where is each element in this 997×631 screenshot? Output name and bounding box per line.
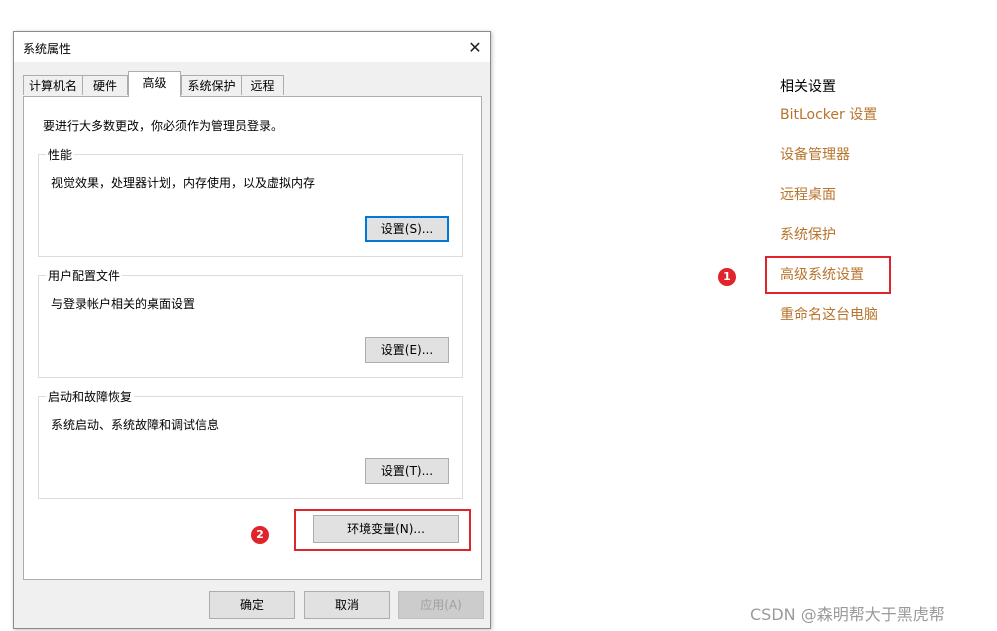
link-system-protection[interactable]: 系统保护 (780, 224, 836, 244)
tab-computer-name[interactable]: 计算机名 (23, 75, 83, 95)
close-button[interactable]: ✕ (460, 32, 490, 62)
startup-recovery-group-title: 启动和故障恢复 (46, 388, 135, 405)
close-icon: ✕ (468, 37, 482, 57)
advanced-tab-panel: 要进行大多数更改，你必须作为管理员登录。 性能 视觉效果，处理器计划，内存使用，… (23, 96, 482, 580)
startup-recovery-settings-button[interactable]: 设置(T)... (365, 458, 449, 484)
tab-advanced[interactable]: 高级 (128, 71, 181, 97)
related-settings-title: 相关设置 (780, 79, 836, 95)
startup-recovery-group: 启动和故障恢复 系统启动、系统故障和调试信息 设置(T)... (38, 388, 463, 499)
user-profiles-group: 用户配置文件 与登录帐户相关的桌面设置 设置(E)... (38, 267, 463, 378)
performance-description: 视觉效果，处理器计划，内存使用，以及虚拟内存 (51, 176, 316, 190)
performance-group-title: 性能 (46, 146, 75, 163)
tab-remote[interactable]: 远程 (241, 75, 284, 95)
step-marker-1: 1 (718, 268, 736, 286)
step-marker-2: 2 (251, 526, 269, 544)
tab-system-protection[interactable]: 系统保护 (181, 75, 242, 95)
title-bar[interactable]: 系统属性 ✕ (14, 32, 490, 62)
csdn-watermark: CSDN @森明帮大于黑虎帮 (750, 605, 945, 624)
page: 系统属性 ✕ 计算机名 硬件 高级 系统保护 远程 要进行大多数更改，你必须作为… (0, 0, 997, 631)
startup-recovery-description: 系统启动、系统故障和调试信息 (51, 418, 220, 432)
env-button-highlight (294, 509, 471, 551)
link-remote-desktop[interactable]: 远程桌面 (780, 184, 836, 204)
tab-hardware[interactable]: 硬件 (82, 75, 128, 95)
link-rename-this-pc[interactable]: 重命名这台电脑 (780, 304, 878, 324)
ok-button[interactable]: 确定 (209, 591, 295, 619)
user-profiles-group-title: 用户配置文件 (46, 267, 123, 284)
link-bitlocker-settings[interactable]: BitLocker 设置 (780, 104, 877, 124)
apply-button[interactable]: 应用(A) (398, 591, 484, 619)
performance-settings-button[interactable]: 设置(S)... (365, 216, 449, 242)
admin-note: 要进行大多数更改，你必须作为管理员登录。 (43, 119, 284, 133)
user-profiles-settings-button[interactable]: 设置(E)... (365, 337, 449, 363)
cancel-button[interactable]: 取消 (304, 591, 390, 619)
advanced-settings-highlight (765, 256, 891, 294)
user-profiles-description: 与登录帐户相关的桌面设置 (51, 297, 196, 311)
dialog-title: 系统属性 (23, 42, 72, 56)
performance-group: 性能 视觉效果，处理器计划，内存使用，以及虚拟内存 设置(S)... (38, 146, 463, 257)
link-device-manager[interactable]: 设备管理器 (780, 144, 850, 164)
